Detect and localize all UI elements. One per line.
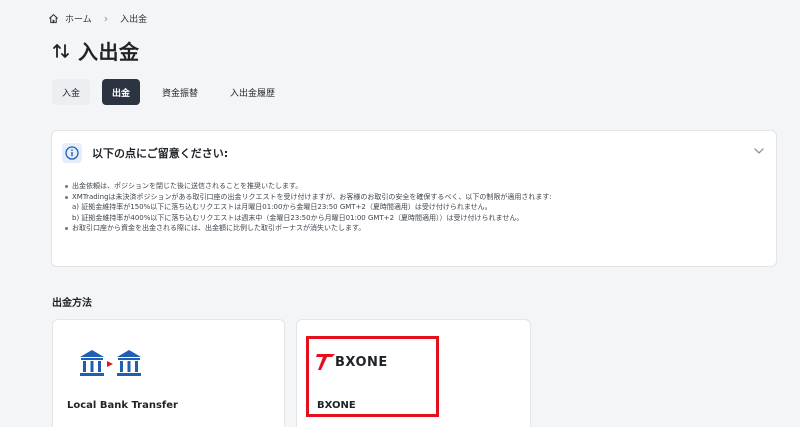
notice-title: 以下の点にご留意ください: xyxy=(92,147,229,160)
breadcrumb-current: 入出金 xyxy=(120,15,148,25)
notice-panel: 以下の点にご留意ください: 出金依頼は、ポジションを閉じた後に送信されることを推… xyxy=(51,130,777,267)
home-icon[interactable] xyxy=(48,13,59,24)
notice-subitem: a) 証拠金維持率が150%以下に落ち込むリクエストは月曜日01:00から金曜日… xyxy=(72,203,492,211)
notice-subitem: b) 証拠金維持率が400%以下に落ち込むリクエストは週末中（金曜日23:50か… xyxy=(72,213,524,222)
bxone-card[interactable]: BXONE BXONE xyxy=(296,319,531,427)
bank-transfer-icon xyxy=(80,350,141,376)
bxone-logo-text: BXONE xyxy=(335,355,388,370)
notice-item: XMTradingは未決済ポジションがある取引口座の出金リクエストを受け付けます… xyxy=(64,192,764,203)
local-bank-transfer-card[interactable]: Local Bank Transfer xyxy=(52,319,285,427)
breadcrumb-home-link[interactable]: ホーム xyxy=(65,12,92,25)
page-title-text: 入出金 xyxy=(78,40,140,64)
breadcrumb-separator-icon: › xyxy=(103,12,109,25)
bxone-label: BXONE xyxy=(317,400,356,411)
chevron-down-icon[interactable] xyxy=(754,147,764,155)
tab-fund-transfer[interactable]: 資金振替 xyxy=(152,79,208,105)
tab-deposit[interactable]: 入金 xyxy=(52,79,91,105)
withdrawal-methods-title: 出金方法 xyxy=(52,298,92,309)
notice-item: お取引口座から資金を出金される際には、出金額に比例した取引ボーナスが消失いたしま… xyxy=(64,223,764,234)
page-title: 入出金 xyxy=(52,36,140,65)
tab-bar: 入金 出金 資金振替 入出金履歴 xyxy=(52,79,285,105)
notice-item: 出金依頼は、ポジションを閉じた後に送信されることを推奨いたします。 xyxy=(64,181,764,192)
transfer-arrows-icon xyxy=(53,43,69,58)
notice-header[interactable]: 以下の点にご留意ください: xyxy=(62,143,228,163)
notice-body: 出金依頼は、ポジションを閉じた後に送信されることを推奨いたします。 XMTrad… xyxy=(64,181,764,234)
bxone-logo: BXONE xyxy=(316,354,388,370)
breadcrumb: ホーム › 入出金 xyxy=(48,12,147,25)
local-bank-transfer-label: Local Bank Transfer xyxy=(67,400,178,411)
tab-withdrawal[interactable]: 出金 xyxy=(102,79,141,105)
info-icon xyxy=(62,143,82,163)
tab-history[interactable]: 入出金履歴 xyxy=(220,79,285,105)
